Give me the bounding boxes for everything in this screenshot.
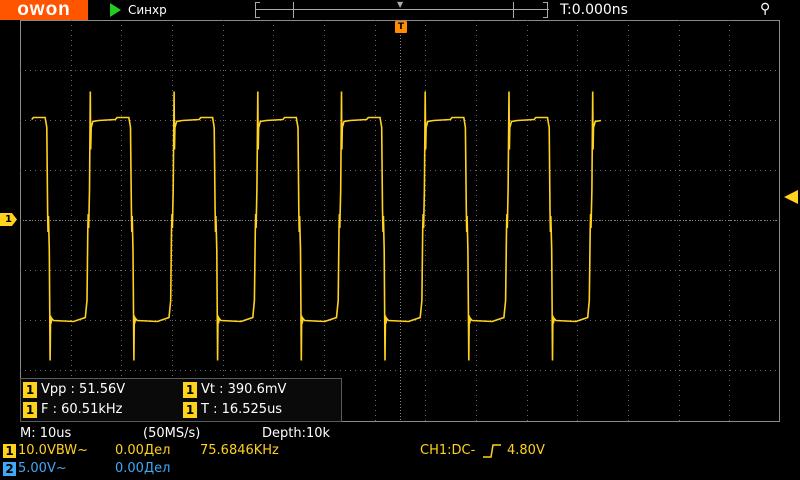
ch1-badge: 1 bbox=[183, 382, 197, 398]
vpp-value: Vpp : 51.56V bbox=[41, 382, 126, 397]
ch2-scale[interactable]: 5.00V~ bbox=[18, 461, 67, 477]
ch1-badge: 1 bbox=[23, 382, 37, 398]
ch1-offset[interactable]: 0.00Дел bbox=[115, 443, 170, 459]
trigger-level-marker[interactable] bbox=[784, 190, 798, 204]
trigger-time-readout: T:0.000ns bbox=[560, 2, 628, 18]
measure-vt: 1 Vt : 390.6mV bbox=[181, 380, 339, 400]
top-bar: owon Синхр ▼ T:0.000ns ⚲ bbox=[0, 0, 800, 20]
measurement-panel: 1 Vpp : 51.56V 1 Vt : 390.6mV 1 F : 60.51kH… bbox=[20, 378, 342, 422]
horizontal-position-bar: ▼ bbox=[255, 0, 549, 18]
ch1-ground-marker[interactable]: 1 bbox=[0, 213, 17, 226]
ch1-badge: 1 bbox=[23, 402, 37, 418]
owon-logo: owon bbox=[0, 0, 88, 20]
ch1-badge: 1 bbox=[183, 402, 197, 418]
ch1-frequency: 75.6846KHz bbox=[200, 443, 279, 458]
measure-freq: 1 F : 60.51kHz bbox=[21, 400, 179, 420]
timebase-readout[interactable]: M: 10us bbox=[20, 426, 71, 442]
trigger-position-marker[interactable]: T bbox=[395, 21, 407, 33]
ch2-offset[interactable]: 0.00Дел bbox=[115, 461, 170, 477]
play-icon[interactable] bbox=[110, 3, 121, 17]
sample-rate-readout: (50MS/s) bbox=[143, 426, 201, 441]
waveform-display[interactable] bbox=[20, 20, 780, 422]
graticule bbox=[20, 20, 780, 422]
status-bar: M: 10us (50MS/s) Depth:10k 1 10.0VBW~ 0.… bbox=[0, 424, 800, 480]
usb-icon: ⚲ bbox=[760, 1, 771, 17]
trigger-source[interactable]: CH1:DC- bbox=[420, 443, 475, 459]
memory-depth-readout[interactable]: Depth:10k bbox=[262, 426, 330, 442]
period-value: T : 16.525us bbox=[201, 402, 283, 417]
measure-period: 1 T : 16.525us bbox=[181, 400, 339, 420]
ch1-indicator[interactable]: 1 bbox=[3, 444, 16, 458]
ch1-scale[interactable]: 10.0VBW~ bbox=[18, 443, 88, 459]
rising-edge-icon bbox=[483, 444, 501, 458]
vt-value: Vt : 390.6mV bbox=[201, 382, 287, 397]
measure-vpp: 1 Vpp : 51.56V bbox=[21, 380, 179, 400]
trigger-position-indicator: ▼ bbox=[397, 0, 404, 9]
trigger-level[interactable]: 4.80V bbox=[507, 443, 545, 459]
freq-value: F : 60.51kHz bbox=[41, 402, 123, 417]
ch2-indicator[interactable]: 2 bbox=[3, 462, 16, 476]
run-state-label[interactable]: Синхр bbox=[128, 2, 167, 18]
